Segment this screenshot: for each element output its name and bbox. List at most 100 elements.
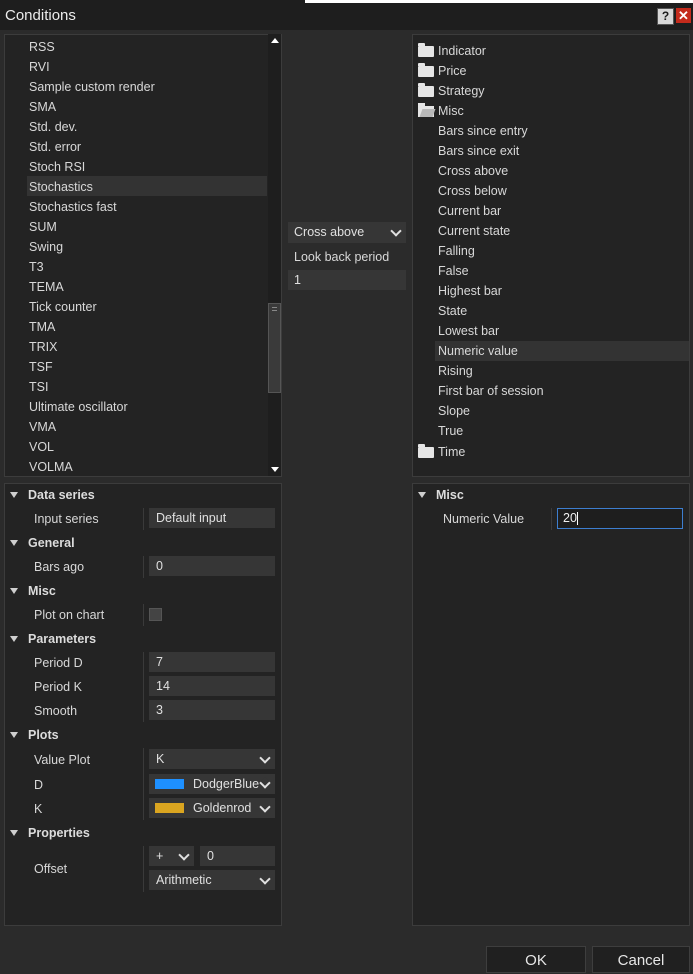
expand-arrow-icon <box>10 540 18 546</box>
indicator-list-item[interactable]: Stoch RSI <box>29 157 85 177</box>
section-misc[interactable]: Misc <box>10 581 56 601</box>
indicator-list-item[interactable]: TRIX <box>29 337 57 357</box>
period-d-label: Period D <box>34 656 83 670</box>
help-button[interactable]: ? <box>657 8 674 25</box>
indicator-list-scrollbar[interactable] <box>268 34 281 476</box>
indicator-list-item[interactable]: Std. dev. <box>29 117 77 137</box>
tree-item[interactable]: True <box>438 421 463 441</box>
chevron-down-icon <box>178 849 190 861</box>
folder-icon <box>418 83 434 97</box>
indicator-list-item[interactable]: VOL <box>29 437 54 457</box>
indicator-list-item[interactable]: Stochastics fast <box>29 197 117 217</box>
tree-item[interactable]: Bars since entry <box>438 121 528 141</box>
scroll-down-button[interactable] <box>268 463 281 476</box>
lookback-input[interactable]: 1 <box>288 270 406 290</box>
input-series-field[interactable]: Default input <box>149 508 275 528</box>
indicator-list-item[interactable]: TEMA <box>29 277 64 297</box>
indicator-list-item[interactable]: RVI <box>29 57 50 77</box>
tree-item[interactable]: Highest bar <box>438 281 502 301</box>
offset-type-select[interactable]: Arithmetic <box>149 870 275 890</box>
tree-item[interactable]: False <box>438 261 469 281</box>
smooth-label: Smooth <box>34 704 78 718</box>
title-bar <box>0 0 693 30</box>
smooth-input[interactable]: 3 <box>149 700 275 720</box>
numeric-value-input[interactable]: 20 <box>557 508 683 529</box>
offset-sign-select[interactable]: + <box>149 846 194 866</box>
operator-select-value: Cross above <box>294 225 365 239</box>
value-plot-value: K <box>156 752 165 766</box>
section-properties[interactable]: Properties <box>10 823 90 843</box>
value-plot-select[interactable]: K <box>149 749 275 769</box>
k-plot-label: K <box>34 802 43 816</box>
tree-item[interactable]: Rising <box>438 361 473 381</box>
tree-folder-label: Indicator <box>438 44 486 58</box>
plot-on-chart-checkbox[interactable] <box>149 608 162 621</box>
section-data-series[interactable]: Data series <box>10 485 95 505</box>
tree-item[interactable]: Lowest bar <box>438 321 499 341</box>
chevron-down-icon <box>259 777 271 789</box>
cancel-button[interactable]: Cancel <box>592 946 690 973</box>
scroll-down-icon <box>271 467 279 472</box>
indicator-list-item[interactable]: Sample custom render <box>29 77 155 97</box>
text-cursor <box>576 512 578 526</box>
section-plots[interactable]: Plots <box>10 725 59 745</box>
tree-folder-indicator[interactable]: Indicator <box>418 41 486 61</box>
indicator-list-item[interactable]: SMA <box>29 97 56 117</box>
section-parameters[interactable]: Parameters <box>10 629 96 649</box>
ok-button[interactable]: OK <box>486 946 586 973</box>
tree-folder-strategy[interactable]: Strategy <box>418 81 485 101</box>
indicator-list-item[interactable]: TSF <box>29 357 53 377</box>
chevron-down-icon <box>259 801 271 813</box>
tree-item[interactable]: Falling <box>438 241 475 261</box>
offset-type-value: Arithmetic <box>156 873 212 887</box>
tree-folder-time[interactable]: Time <box>418 442 465 462</box>
tree-item[interactable]: Slope <box>438 401 470 421</box>
operator-select[interactable]: Cross above <box>288 222 406 243</box>
expand-arrow-icon <box>10 732 18 738</box>
tree-item[interactable]: Cross below <box>438 181 507 201</box>
scroll-up-button[interactable] <box>268 34 281 47</box>
indicator-list-item[interactable]: RSS <box>29 37 55 57</box>
tree-item[interactable]: Current bar <box>438 201 501 221</box>
indicator-list-item[interactable]: Ultimate oscillator <box>29 397 128 417</box>
tree-folder-misc[interactable]: Misc <box>418 101 464 121</box>
plot-on-chart-label: Plot on chart <box>34 608 105 622</box>
tree-folder-label: Misc <box>438 104 464 118</box>
indicator-list-item[interactable]: Swing <box>29 237 63 257</box>
scrollbar-thumb[interactable] <box>268 303 281 393</box>
tree-item[interactable]: Bars since exit <box>438 141 519 161</box>
offset-label: Offset <box>34 862 68 876</box>
indicator-list-panel: RSS RVI Sample custom render SMA Std. dev. St… <box>4 34 282 477</box>
bars-ago-input[interactable]: 0 <box>149 556 275 576</box>
tree-item[interactable]: Cross above <box>438 161 508 181</box>
indicator-list-item[interactable]: TSI <box>29 377 48 397</box>
indicator-list-item[interactable]: VMA <box>29 417 56 437</box>
period-k-input[interactable]: 14 <box>149 676 275 696</box>
indicator-list-item[interactable]: T3 <box>29 257 44 277</box>
numeric-value-text: 20 <box>563 511 577 525</box>
folder-icon <box>418 444 434 458</box>
indicator-list-item[interactable]: Stochastics <box>29 177 93 197</box>
period-d-input[interactable]: 7 <box>149 652 275 672</box>
expand-arrow-icon <box>10 492 18 498</box>
tree-item[interactable]: First bar of session <box>438 381 544 401</box>
d-color-select[interactable]: DodgerBlue <box>149 774 275 794</box>
indicator-list-item[interactable]: Tick counter <box>29 297 97 317</box>
tree-item[interactable]: Numeric value <box>438 341 518 361</box>
close-button[interactable]: ✕ <box>676 8 691 23</box>
offset-value-input[interactable]: 0 <box>200 846 275 866</box>
section-general[interactable]: General <box>10 533 75 553</box>
chevron-down-icon <box>390 225 402 237</box>
indicator-list-item[interactable]: Std. error <box>29 137 81 157</box>
k-color-swatch <box>155 803 184 813</box>
k-color-select[interactable]: Goldenrod <box>149 798 275 818</box>
folder-icon <box>418 43 434 57</box>
section-right-misc[interactable]: Misc <box>418 485 464 505</box>
tree-item[interactable]: Current state <box>438 221 510 241</box>
folder-open-icon <box>418 103 434 117</box>
indicator-list-item[interactable]: TMA <box>29 317 55 337</box>
tree-folder-price[interactable]: Price <box>418 61 466 81</box>
indicator-list-item[interactable]: SUM <box>29 217 57 237</box>
tree-item[interactable]: State <box>438 301 467 321</box>
indicator-list-item[interactable]: VOLMA <box>29 457 73 477</box>
